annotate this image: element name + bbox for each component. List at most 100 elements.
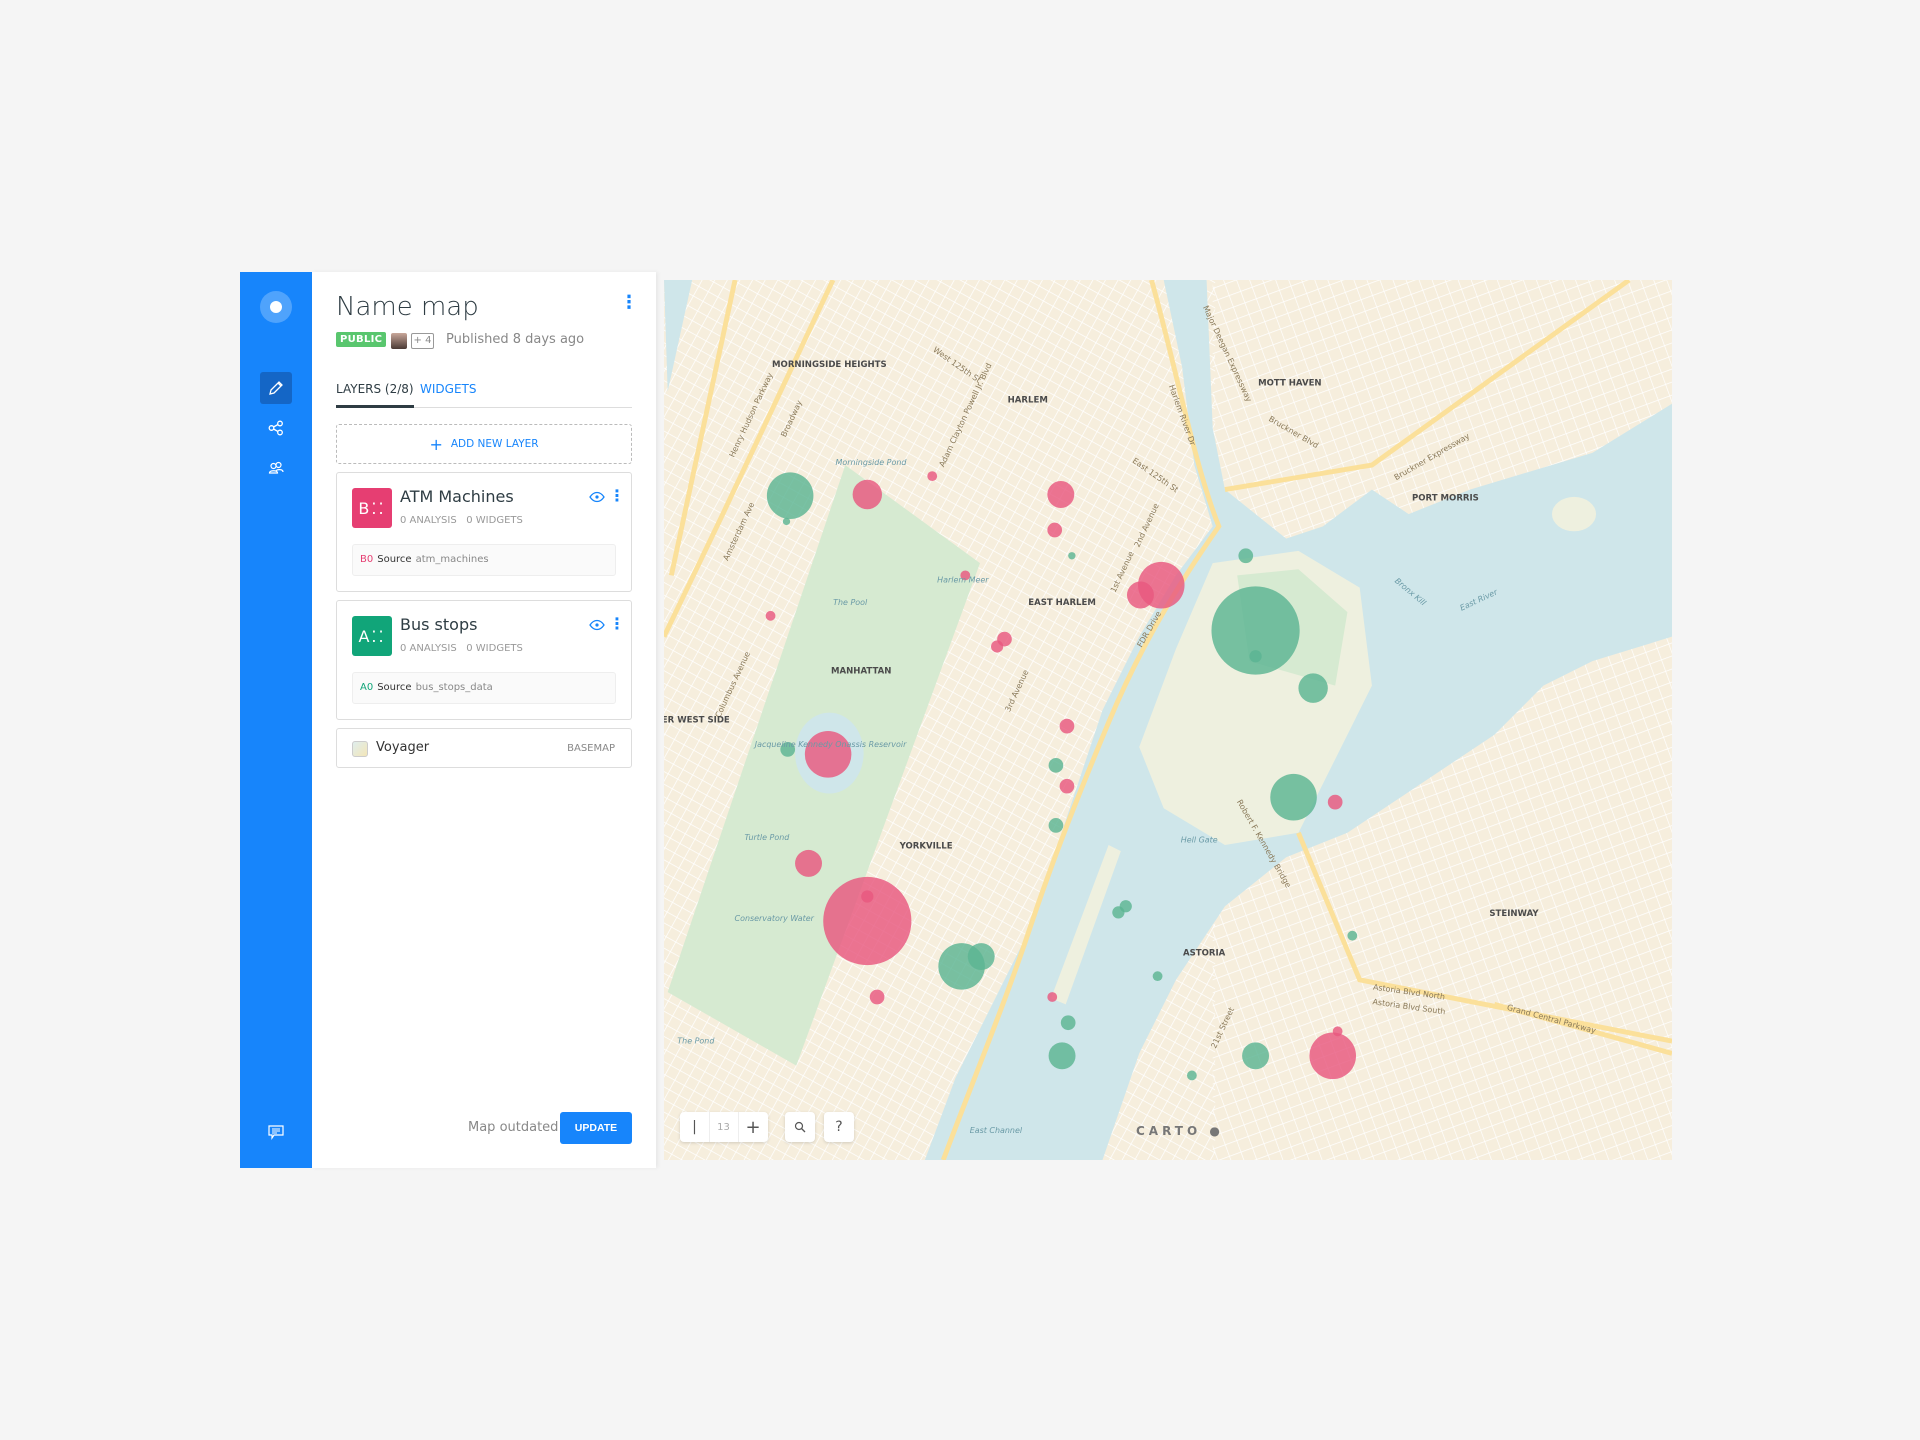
sidebar-item-collaborators[interactable] xyxy=(260,452,292,484)
bus-stop-marker[interactable] xyxy=(1068,552,1076,560)
bus-stop-marker[interactable] xyxy=(1048,1042,1076,1070)
bus-stop-marker[interactable] xyxy=(1298,673,1328,703)
bus-stop-marker[interactable] xyxy=(766,472,814,519)
atm-marker[interactable] xyxy=(1047,522,1063,538)
published-status: Published 8 days ago xyxy=(446,332,585,347)
map-label: Morningside Pond xyxy=(836,458,908,467)
map-label: Jacqueline Kennedy Onassis Reservoir xyxy=(753,740,907,749)
map-label: HARLEM xyxy=(1008,396,1048,406)
bus-stop-marker[interactable] xyxy=(1347,930,1358,941)
bus-stop-marker[interactable] xyxy=(1048,818,1064,833)
sidebar-item-share[interactable] xyxy=(260,412,292,444)
map-label: YORKVILLE xyxy=(899,842,953,852)
atm-marker[interactable] xyxy=(804,731,852,778)
layer-name[interactable]: Bus stops xyxy=(400,615,477,634)
layer-card-atm[interactable]: B ⁚⁚ ATM Machines 0 ANALYSIS 0 WIDGETS ⋮ … xyxy=(336,472,632,592)
page-title[interactable]: Name map xyxy=(336,292,479,322)
collaborators-count[interactable]: + 4 xyxy=(411,333,434,349)
bus-stop-marker[interactable] xyxy=(1249,650,1262,663)
atm-marker[interactable] xyxy=(1126,581,1154,609)
users-icon xyxy=(268,461,284,474)
basemap-thumbnail xyxy=(352,741,368,757)
sidebar-item-feedback[interactable] xyxy=(260,1116,292,1148)
carto-attribution[interactable]: CARTO ● xyxy=(1136,1124,1224,1138)
map-label: PORT MORRIS xyxy=(1412,494,1479,504)
carto-logo[interactable] xyxy=(260,291,292,323)
help-button[interactable]: ? xyxy=(824,1112,854,1142)
plus-icon: + xyxy=(429,434,443,454)
zoom-level: 13 xyxy=(710,1112,739,1142)
map-label: Hell Gate xyxy=(1181,836,1218,845)
atm-marker[interactable] xyxy=(991,640,1004,653)
atm-marker[interactable] xyxy=(1327,794,1343,810)
atm-marker[interactable] xyxy=(795,849,822,877)
layer-source[interactable]: A0 Source bus_stops_data xyxy=(352,672,616,704)
layer-options-icon[interactable]: ⋮ xyxy=(609,488,625,504)
basemap-name: Voyager xyxy=(376,740,430,755)
layer-card-bus-stops[interactable]: A ⁚⁚ Bus stops 0 ANALYSIS 0 WIDGETS ⋮ A0 S… xyxy=(336,600,632,720)
map-label: Turtle Pond xyxy=(744,833,790,842)
bus-stop-marker[interactable] xyxy=(1242,1042,1270,1070)
atm-marker[interactable] xyxy=(861,890,874,903)
atm-marker[interactable] xyxy=(1332,1026,1343,1037)
layer-analysis-count: 0 ANALYSIS xyxy=(400,515,457,526)
map-label: The Pool xyxy=(833,598,868,607)
atm-marker[interactable] xyxy=(869,989,885,1005)
layer-widgets-count: 0 WIDGETS xyxy=(466,643,523,654)
bus-stop-marker[interactable] xyxy=(1119,900,1132,913)
bus-stop-marker[interactable] xyxy=(1048,757,1064,773)
map-label: UPPER WEST SIDE xyxy=(664,715,730,725)
atm-marker[interactable] xyxy=(1059,778,1075,794)
add-layer-label: ADD NEW LAYER xyxy=(450,438,539,450)
bus-stop-marker[interactable] xyxy=(1270,773,1317,821)
atm-marker[interactable] xyxy=(852,479,883,510)
basemap-tag: BASEMAP xyxy=(567,743,615,754)
bus-stop-marker[interactable] xyxy=(1060,1015,1076,1031)
search-icon xyxy=(794,1121,806,1133)
map-options-icon[interactable]: ⋮ xyxy=(620,294,638,312)
map-label: MOTT HAVEN xyxy=(1258,378,1321,388)
zoom-out-button[interactable]: | xyxy=(681,1112,710,1142)
bus-stop-marker[interactable] xyxy=(782,517,791,526)
layer-name[interactable]: ATM Machines xyxy=(400,487,514,506)
atm-marker[interactable] xyxy=(1309,1032,1357,1080)
basemap-layer[interactable]: Voyager BASEMAP xyxy=(336,728,632,768)
bus-stop-marker[interactable] xyxy=(967,943,995,971)
update-button[interactable]: UPDATE xyxy=(560,1112,632,1144)
atm-marker[interactable] xyxy=(765,610,776,621)
eye-icon[interactable] xyxy=(589,491,605,503)
share-icon xyxy=(268,420,283,436)
atm-marker[interactable] xyxy=(1047,481,1075,508)
layer-analysis-count: 0 ANALYSIS xyxy=(400,643,457,654)
layer-widgets-count: 0 WIDGETS xyxy=(466,515,523,526)
pencil-icon xyxy=(269,381,283,395)
layer-options-icon[interactable]: ⋮ xyxy=(609,616,625,632)
avatar xyxy=(391,333,407,349)
tab-layers[interactable]: LAYERS (2/8) xyxy=(336,382,414,408)
sidebar xyxy=(240,272,312,1168)
search-button[interactable] xyxy=(785,1112,815,1142)
map-canvas[interactable]: MORNINGSIDE HEIGHTS HARLEM EAST HARLEM MANH… xyxy=(664,280,1672,1160)
status-badge: PUBLIC xyxy=(336,332,387,347)
bus-stop-marker[interactable] xyxy=(1238,548,1254,564)
bus-stop-marker[interactable] xyxy=(1152,971,1163,982)
layer-letter-icon: B ⁚⁚ xyxy=(352,488,392,528)
eye-icon[interactable] xyxy=(589,619,605,631)
map-label: The Pond xyxy=(677,1037,715,1046)
map-label: STEINWAY xyxy=(1489,909,1539,919)
tab-widgets[interactable]: WIDGETS xyxy=(420,382,476,396)
atm-marker[interactable] xyxy=(1047,992,1058,1002)
sidebar-item-edit[interactable] xyxy=(260,372,292,404)
atm-marker[interactable] xyxy=(1059,718,1075,734)
atm-marker[interactable] xyxy=(823,876,912,966)
zoom-in-button[interactable]: + xyxy=(739,1112,768,1142)
tabs: LAYERS (2/8) WIDGETS xyxy=(336,378,632,408)
atm-marker[interactable] xyxy=(927,471,938,482)
map-label: East Channel xyxy=(970,1126,1023,1135)
map-label: MORNINGSIDE HEIGHTS xyxy=(772,360,887,370)
bus-stop-marker[interactable] xyxy=(1186,1070,1197,1081)
add-layer-button[interactable]: + ADD NEW LAYER xyxy=(336,424,632,464)
map-label: MANHATTAN xyxy=(831,666,891,676)
map-label: EAST HARLEM xyxy=(1028,598,1096,608)
layer-source[interactable]: B0 Source atm_machines xyxy=(352,544,616,576)
